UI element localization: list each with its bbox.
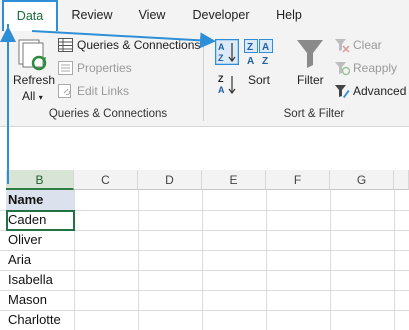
annotation-arrows [0, 24, 216, 184]
arrow-to-sort [31, 30, 216, 49]
